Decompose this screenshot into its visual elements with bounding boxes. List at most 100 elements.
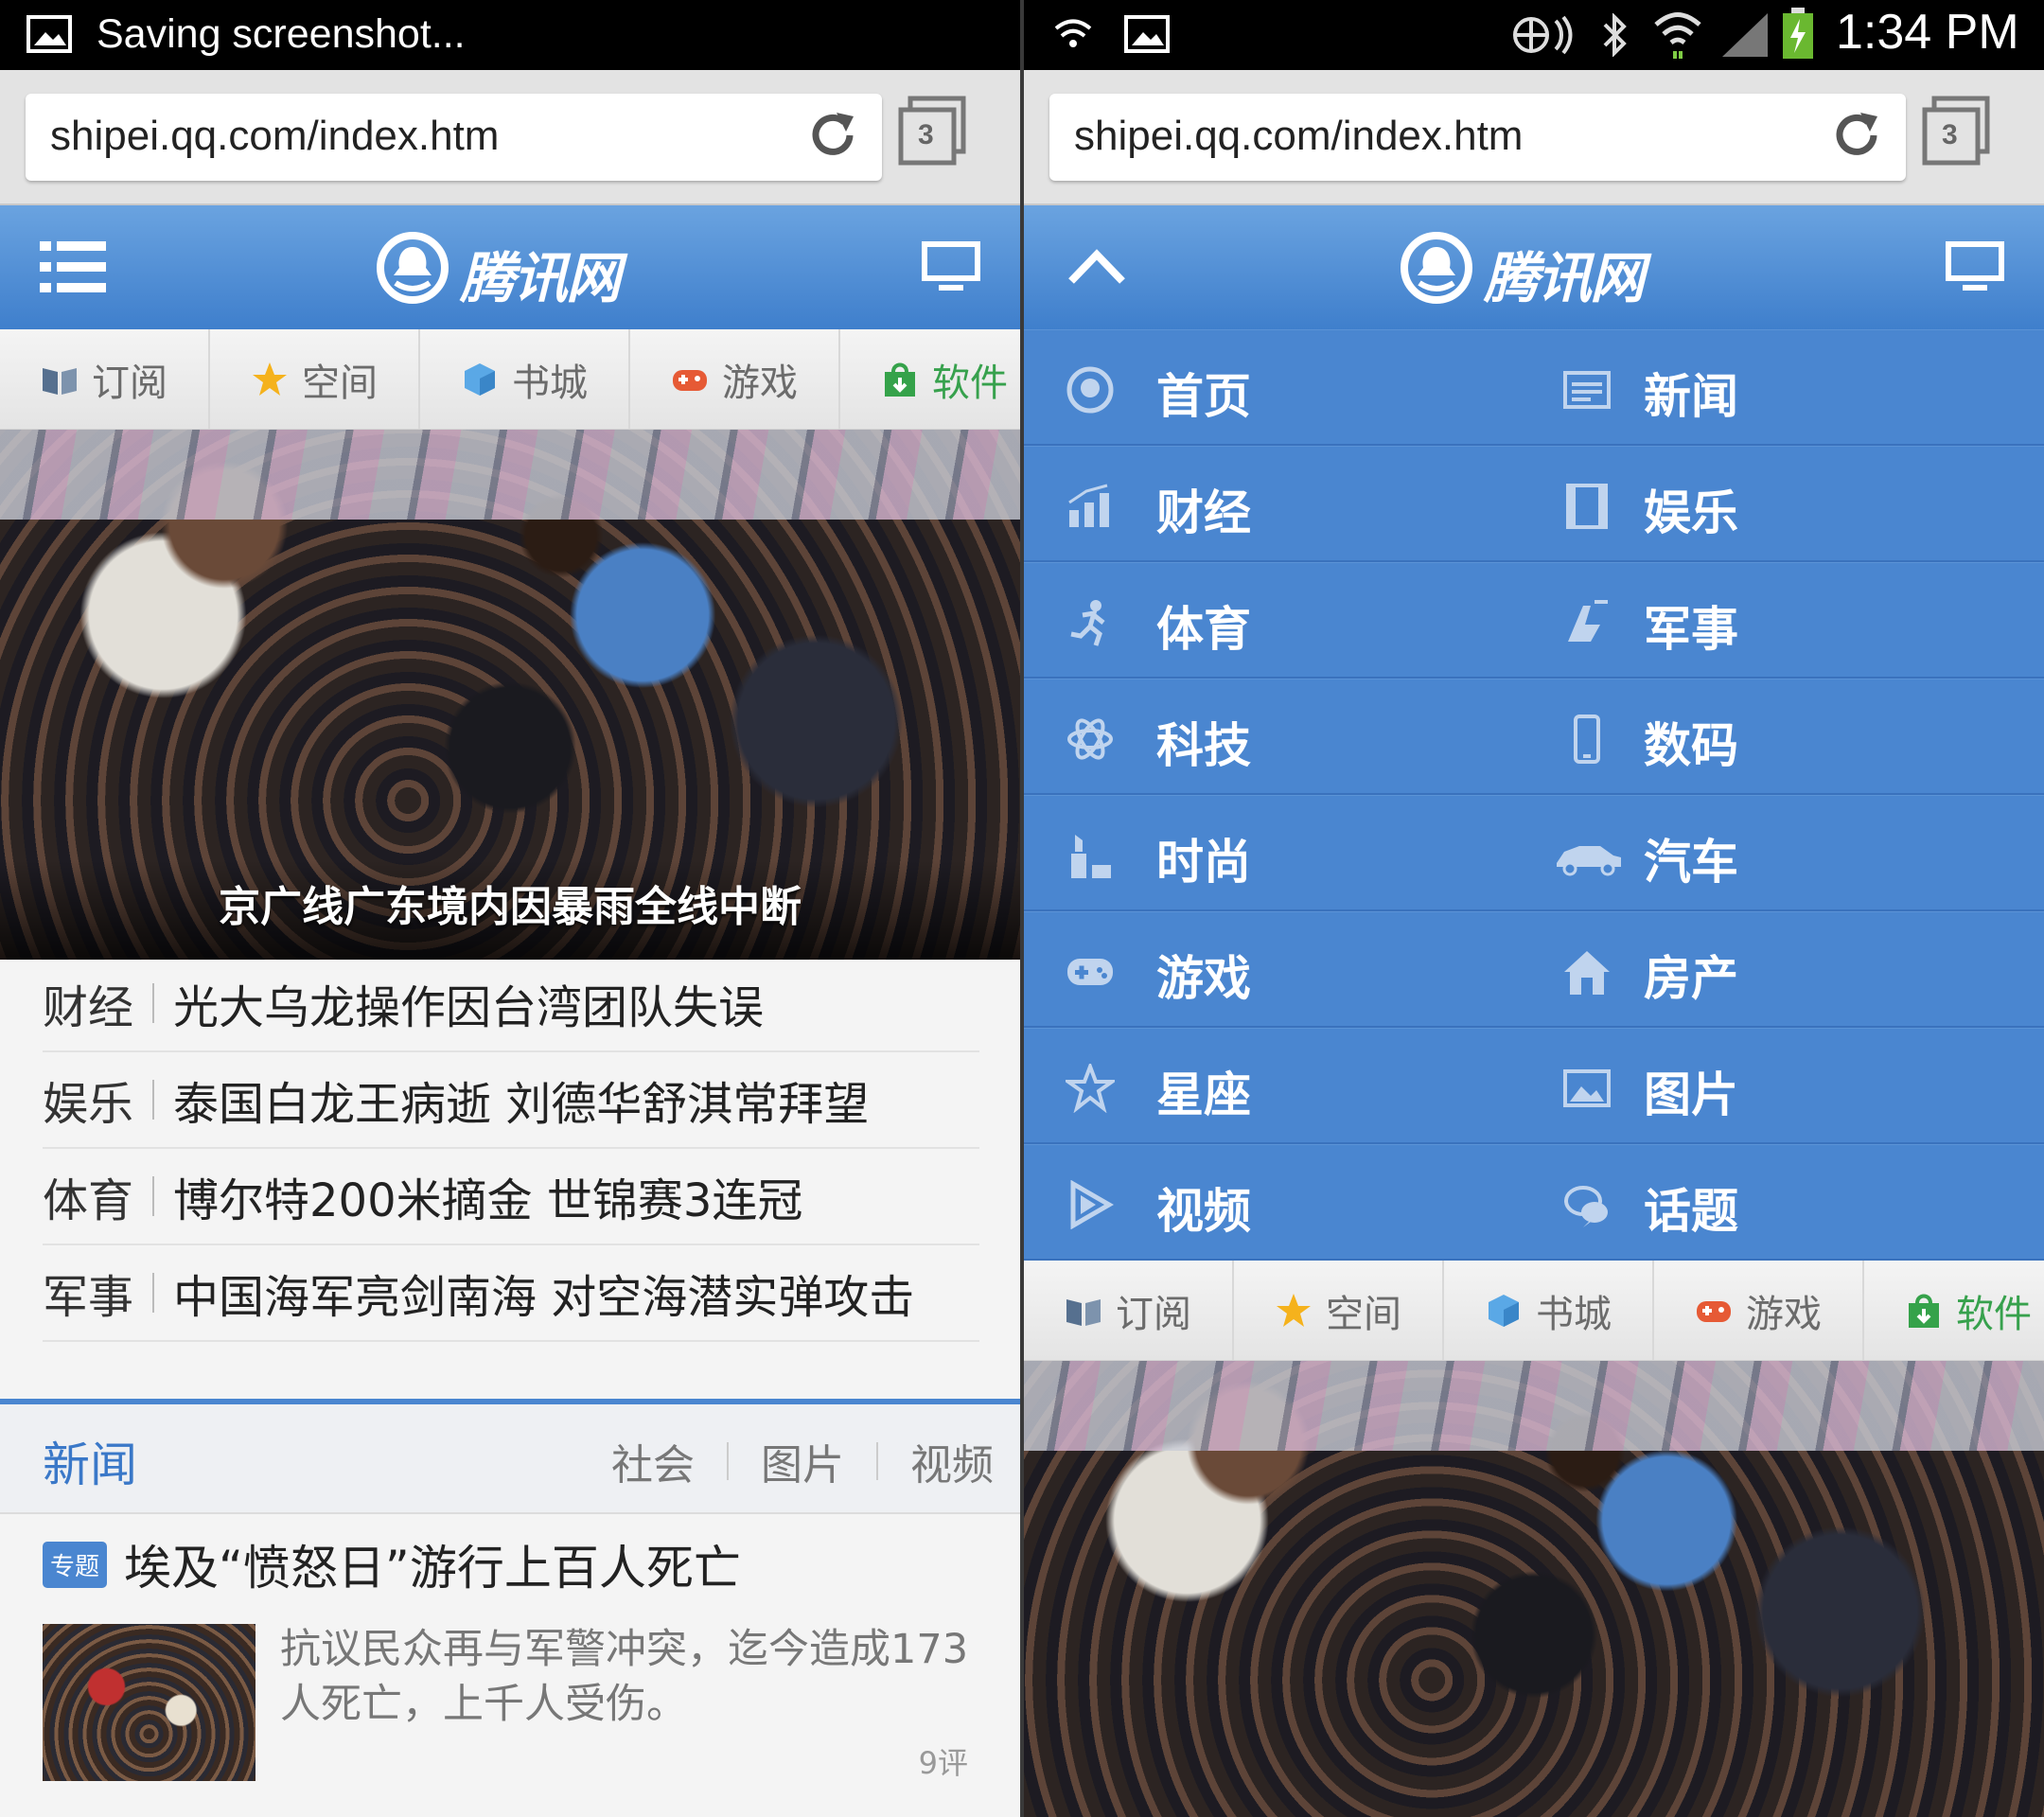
menu-label: 话题 [1644, 1184, 1738, 1239]
channel-menu: 首页 新闻 财经 娱乐 体育 军事 科技 数码 时尚 汽车 游戏 房产 星座 图… [1024, 329, 2044, 1261]
reload-icon[interactable] [804, 107, 861, 164]
tabs-button[interactable]: 3 [897, 93, 967, 174]
news-link-video[interactable]: 视频 [910, 1431, 994, 1491]
topic-thumbnail[interactable] [43, 1624, 256, 1781]
menu-item-topics[interactable]: 话题 [1534, 1144, 2044, 1259]
menu-item-news[interactable]: 新闻 [1534, 329, 2044, 444]
wifi-hotspot-icon [1054, 19, 1092, 47]
quicknav-software[interactable]: 软件 [840, 329, 1020, 429]
menu-item-fashion[interactable]: 时尚 [1024, 795, 1534, 909]
desktop-icon[interactable] [922, 241, 980, 294]
headline-category: 娱乐 [43, 1078, 134, 1131]
car-icon [1557, 846, 1621, 876]
tabs-button[interactable]: 3 [1921, 93, 1991, 174]
menu-label: 汽车 [1644, 835, 1738, 890]
menu-item-finance[interactable]: 财经 [1024, 446, 1534, 560]
menu-label: 房产 [1644, 951, 1738, 1006]
logo-text: 腾讯网 [460, 246, 621, 310]
news-link-society[interactable]: 社会 [611, 1431, 695, 1491]
cube-icon [465, 362, 495, 396]
menu-item-pictures[interactable]: 图片 [1534, 1028, 2044, 1142]
headline-item[interactable]: 军事 中国海军亮剑南海 对空海潜实弹攻击 [43, 1245, 979, 1342]
quicknav-subscribe[interactable]: 订阅 [0, 329, 210, 429]
quicknav-subscribe[interactable]: 订阅 [1024, 1261, 1234, 1360]
menu-item-tech[interactable]: 科技 [1024, 679, 1534, 793]
headline-item[interactable]: 娱乐 泰国白龙王病逝 刘德华舒淇常拜望 [43, 1052, 979, 1149]
headline-title: 博尔特200米摘金 世锦赛3连冠 [173, 1174, 803, 1227]
menu-item-sports[interactable]: 体育 [1024, 562, 1534, 677]
comment-count[interactable]: 9评 [919, 1739, 968, 1783]
film-icon [1566, 484, 1608, 529]
topic-headline[interactable]: 专题 埃及“愤怒日”游行上百人死亡 [43, 1533, 992, 1596]
quicknav-label: 订阅 [92, 361, 167, 405]
menu-item-horoscope[interactable]: 星座 [1024, 1028, 1534, 1142]
menu-label: 游戏 [1156, 951, 1251, 1006]
tencent-logo-icon [377, 232, 449, 304]
finance-icon [1068, 484, 1109, 527]
desktop-icon[interactable] [1946, 241, 2004, 294]
military-icon [1568, 600, 1608, 642]
star-icon [1066, 1064, 1115, 1113]
collapse-chevron-up-icon[interactable] [1067, 247, 1126, 285]
play-icon [1070, 1180, 1114, 1229]
quicknav-bookstore[interactable]: 书城 [1444, 1261, 1654, 1360]
menu-item-digital[interactable]: 数码 [1534, 679, 2044, 793]
quicknav-bookstore[interactable]: 书城 [420, 329, 630, 429]
headline-item[interactable]: 财经 光大乌龙操作因台湾团队失误 [43, 956, 979, 1052]
menu-label: 视频 [1156, 1184, 1251, 1239]
quicknav-label: 书城 [1536, 1292, 1612, 1336]
quicknav-label: 空间 [302, 361, 378, 405]
menu-row: 体育 军事 [1024, 562, 2044, 679]
url-field[interactable]: shipei.qq.com/index.htm [1049, 94, 1906, 181]
quicknav-label: 软件 [1956, 1292, 2032, 1336]
address-bar: shipei.qq.com/index.htm 3 [0, 70, 1020, 205]
hero-banner[interactable] [1024, 1361, 2044, 1817]
menu-label: 娱乐 [1644, 485, 1738, 540]
menu-item-home[interactable]: 首页 [1024, 329, 1534, 444]
address-bar: shipei.qq.com/index.htm 3 [1024, 70, 2044, 205]
topic-description[interactable]: 抗议民众再与军警冲突，迄今造成173人死亡，上千人受伤。 [280, 1622, 980, 1732]
quicknav-software[interactable]: 软件 [1864, 1261, 2044, 1360]
separator [876, 1442, 878, 1480]
headline-item[interactable]: 体育 博尔特200米摘金 世锦赛3连冠 [43, 1149, 979, 1245]
hero-banner[interactable]: 京广线广东境内因暴雨全线中断 [0, 430, 1020, 960]
news-section-title[interactable]: 新闻 [43, 1427, 137, 1495]
headline-title: 中国海军亮剑南海 对空海潜实弹攻击 [173, 1271, 915, 1324]
tencent-logo[interactable]: 腾讯网 [1399, 230, 1673, 310]
menu-item-games[interactable]: 游戏 [1024, 911, 1534, 1026]
menu-icon[interactable] [40, 239, 106, 294]
quicknav-label: 书城 [512, 361, 588, 405]
headline-list: 财经 光大乌龙操作因台湾团队失误 娱乐 泰国白龙王病逝 刘德华舒淇常拜望 体育 … [43, 956, 979, 1342]
tab-count: 3 [1942, 119, 1958, 150]
news-link-pictures[interactable]: 图片 [761, 1431, 844, 1491]
reload-icon[interactable] [1828, 107, 1885, 164]
menu-row: 时尚 汽车 [1024, 795, 2044, 911]
left-screen: Saving screenshot... shipei.qq.com/index… [0, 0, 1020, 1817]
url-field[interactable]: shipei.qq.com/index.htm [26, 94, 882, 181]
image-icon [1124, 15, 1170, 53]
quick-nav: 订阅 空间 书城 游戏 软件 [1024, 1261, 2044, 1361]
menu-item-entertainment[interactable]: 娱乐 [1534, 446, 2044, 560]
signal-icon [1722, 13, 1768, 57]
quicknav-games[interactable]: 游戏 [630, 329, 840, 429]
tencent-logo[interactable]: 腾讯网 [375, 230, 649, 310]
gamepad-icon [1697, 1300, 1731, 1322]
menu-item-auto[interactable]: 汽车 [1534, 795, 2044, 909]
menu-item-video[interactable]: 视频 [1024, 1144, 1534, 1259]
menu-row: 视频 话题 [1024, 1144, 2044, 1261]
menu-item-military[interactable]: 军事 [1534, 562, 2044, 677]
quicknav-space[interactable]: 空间 [1234, 1261, 1444, 1360]
menu-label: 首页 [1156, 369, 1251, 424]
site-header: 腾讯网 [1024, 205, 2044, 329]
headline-category: 体育 [43, 1174, 134, 1227]
tab-count: 3 [918, 119, 934, 150]
hero-image [1024, 1361, 2044, 1451]
menu-item-realestate[interactable]: 房产 [1534, 911, 2044, 1026]
quicknav-games[interactable]: 游戏 [1654, 1261, 1864, 1360]
runner-icon [1070, 600, 1105, 646]
quicknav-space[interactable]: 空间 [210, 329, 420, 429]
quicknav-label: 软件 [932, 361, 1008, 405]
lipstick-icon [1071, 835, 1111, 878]
url-text: shipei.qq.com/index.htm [50, 113, 500, 159]
menu-label: 时尚 [1156, 835, 1251, 890]
